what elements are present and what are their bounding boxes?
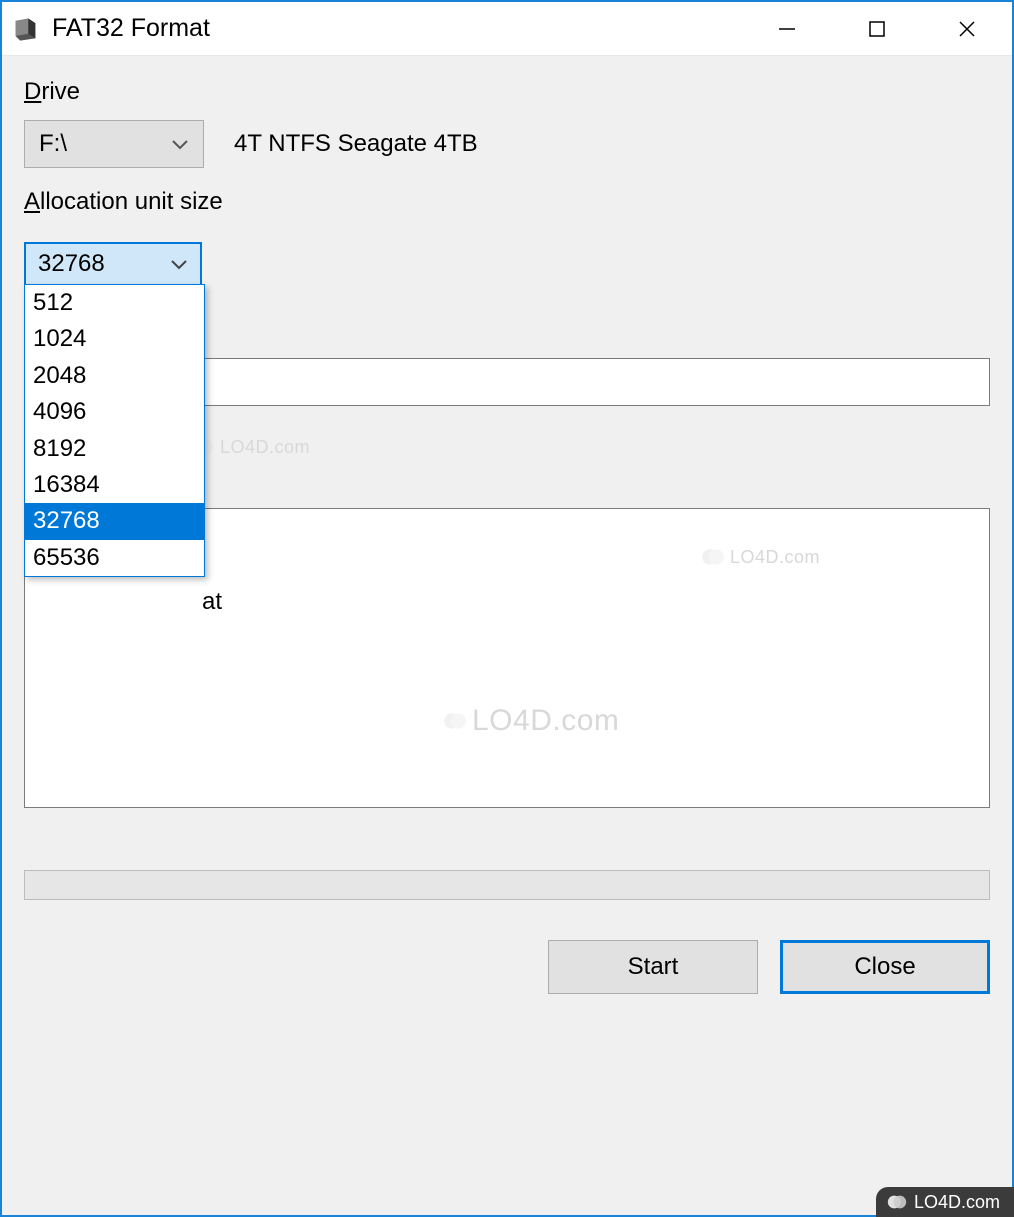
- close-button[interactable]: [922, 2, 1012, 55]
- drive-combo-value: F:\: [39, 130, 67, 158]
- allocation-option[interactable]: 8192: [25, 431, 204, 467]
- chevron-down-icon: [171, 134, 189, 155]
- allocation-dropdown: 512 1024 2048 4096 8192 16384 32768 6553…: [24, 284, 205, 577]
- minimize-button[interactable]: [742, 2, 832, 55]
- allocation-combo[interactable]: 32768 512 1024 2048 4096 8192 16384 3276…: [24, 242, 202, 286]
- allocation-option[interactable]: 2048: [25, 358, 204, 394]
- drive-row: F:\ 4T NTFS Seagate 4TB: [24, 120, 990, 168]
- progress-bar: [24, 870, 990, 900]
- window-title: FAT32 Format: [52, 14, 742, 43]
- allocation-option[interactable]: 16384: [25, 467, 204, 503]
- client-area: Drive F:\ 4T NTFS Seagate 4TB Allocation…: [2, 56, 1012, 1215]
- close-dialog-button[interactable]: Close: [780, 940, 990, 994]
- allocation-option[interactable]: 32768: [25, 503, 204, 539]
- allocation-combo-value: 32768: [38, 250, 105, 278]
- start-button[interactable]: Start: [548, 940, 758, 994]
- titlebar-controls: [742, 2, 1012, 55]
- allocation-option[interactable]: 512: [25, 285, 204, 321]
- drive-label: Drive: [24, 78, 990, 106]
- allocation-option[interactable]: 4096: [25, 394, 204, 430]
- chevron-down-icon: [170, 254, 188, 275]
- drive-info: 4T NTFS Seagate 4TB: [234, 130, 478, 158]
- app-icon: [12, 15, 40, 43]
- footer-watermark: LO4D.com: [876, 1187, 1014, 1217]
- titlebar: FAT32 Format: [2, 2, 1012, 56]
- allocation-label: Allocation unit size: [24, 188, 990, 216]
- allocation-option[interactable]: 65536: [25, 540, 204, 576]
- quick-format-partial: at: [202, 588, 222, 616]
- app-window: FAT32 Format Drive F:\ 4T NTFS Seagate 4…: [0, 0, 1014, 1217]
- drive-combo[interactable]: F:\: [24, 120, 204, 168]
- maximize-button[interactable]: [832, 2, 922, 55]
- button-row: Start Close: [24, 940, 990, 994]
- allocation-option[interactable]: 1024: [25, 321, 204, 357]
